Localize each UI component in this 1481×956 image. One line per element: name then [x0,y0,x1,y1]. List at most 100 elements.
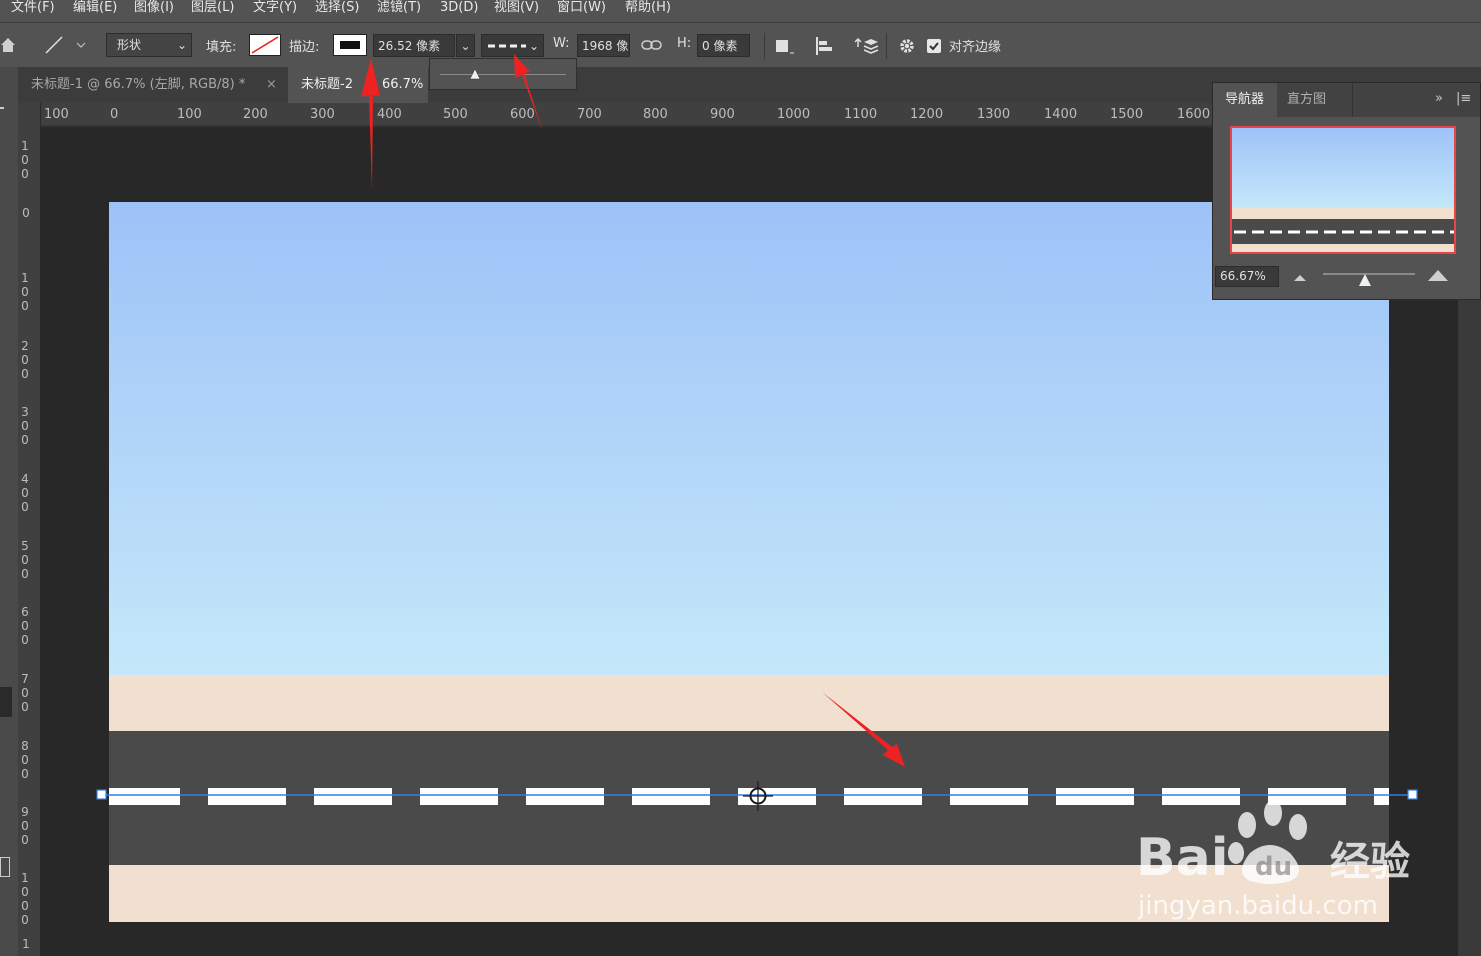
stroke-color-icon [340,41,360,49]
menu-type[interactable]: 文字(Y) [253,0,297,16]
preview-sand [1232,208,1454,219]
stroke-width-input[interactable]: 26.52 像素 [373,34,455,57]
ruler-tick-label: 1000 [21,871,29,927]
vertical-ruler: 100 0 100 200 300 400 500 600 700 800 90… [18,103,41,956]
menu-3d[interactable]: 3D(D) [440,0,478,16]
zoom-input[interactable]: 66.67% [1215,266,1279,287]
chevron-down-icon: ⌄ [460,39,471,53]
tab-histogram[interactable]: 直方图 [1277,83,1353,117]
lane-dash [420,788,498,805]
lane-dash [526,788,604,805]
lane-dash [844,788,922,805]
ruler-tick-label: 800 [643,107,668,122]
no-fill-icon [251,36,279,54]
active-tool[interactable] [0,687,12,717]
tab-label: 导航器 [1225,92,1265,107]
panel-menu-icon[interactable]: |≡ [1456,91,1471,106]
tab-navigator[interactable]: 导航器 [1213,83,1277,117]
gear-icon[interactable] [897,36,919,56]
ruler-tick-label: 100 [177,107,202,122]
link-icon[interactable] [641,38,663,52]
menu-view[interactable]: 视图(V) [494,0,539,16]
preview-dashes [1234,230,1454,234]
path-arrangement-icon[interactable] [854,35,880,57]
preview-sand [1232,244,1454,252]
ruler-tick-label: 1600 [1177,107,1211,122]
lane-dash [314,788,392,805]
tool-mode-select[interactable]: 形状 ⌄ [106,33,192,57]
anchor-point-start[interactable] [96,789,107,800]
width-input[interactable]: 1968 像 [577,34,630,57]
tab-label: 直方图 [1287,92,1327,107]
tab-label: 未标题-2 [301,77,353,92]
height-input[interactable]: 0 像素 [697,34,750,57]
menu-help[interactable]: 帮助(H) [625,0,671,16]
ruler-tick-label: 600 [21,605,29,647]
ruler-tick-label: 1100 [844,107,878,122]
close-icon[interactable]: × [266,67,277,103]
zoom-slider-thumb[interactable] [1358,273,1372,287]
upper-sidewalk-layer [109,675,1389,731]
ruler-tick-label: 700 [21,672,29,714]
menu-window[interactable]: 窗口(W) [557,0,606,16]
stroke-swatch[interactable] [333,34,367,56]
ruler-tick-label: 700 [577,107,602,122]
tab-document-1[interactable]: 未标题-1 @ 66.7% (左脚, RGB/8) * × [18,67,288,103]
ruler-tick-label: 0 [22,206,30,220]
collapse-panel-icon[interactable]: » [1435,91,1443,106]
lane-dash [1056,788,1134,805]
fill-swatch[interactable] [249,34,281,56]
annotation-arrow [514,54,543,132]
menu-filter[interactable]: 滤镜(T) [377,0,421,16]
menu-layer[interactable]: 图层(L) [191,0,234,16]
navigator-panel: 导航器 直方图 » |≡ 66.67% [1212,82,1481,300]
align-edges-checkbox[interactable] [927,39,941,53]
chevron-down-icon: ⌄ [176,38,187,52]
tool-icon[interactable] [0,857,10,877]
width-label: W: [553,36,570,51]
tool-marker [0,107,4,109]
ruler-tick-label: 1000 [777,107,811,122]
ruler-tick-label: 400 [21,472,29,514]
navigator-preview[interactable] [1230,126,1456,254]
ruler-tick-label: 500 [443,107,468,122]
ruler-tick-label: 100 [44,107,69,122]
zoom-value: 66.67% [1220,269,1266,283]
ruler-tick-label: 300 [310,107,335,122]
ruler-tick-label: 1500 [1110,107,1144,122]
stroke-width-dropdown[interactable]: ⌄ [456,34,475,57]
annotation-arrow [822,692,905,767]
ruler-tick-label: 100 [21,139,29,181]
ruler-tick-label: 300 [21,405,29,447]
menu-edit[interactable]: 编辑(E) [73,0,117,16]
menu-image[interactable]: 图像(I) [134,0,174,16]
watermark-url: jingyan.baidu.com [1138,891,1378,921]
svg-text:du: du [1255,852,1292,882]
ruler-tick-label: 1200 [910,107,944,122]
home-icon[interactable] [0,37,16,53]
path-alignment-icon[interactable] [814,36,836,56]
align-edges-label: 对齐边缘 [949,40,1002,55]
line-tool-icon[interactable] [44,35,90,55]
lane-dash [632,788,710,805]
zoom-in-icon[interactable] [1427,268,1449,282]
ruler-tick-label: 200 [21,339,29,381]
ruler-tick-label: 0 [110,107,119,122]
ruler-tick-label: 1 [22,937,30,951]
stroke-label: 描边: [289,40,320,55]
lane-dash [208,788,286,805]
svg-text:Bai: Bai [1136,828,1229,888]
path-operations-icon[interactable] [774,37,796,55]
ruler-tick-label: 200 [243,107,268,122]
baidu-logo: Bai 经验 du [1136,800,1410,888]
ruler-tick-label: 100 [21,271,29,313]
checkmark-icon [929,42,939,51]
zoom-out-icon[interactable] [1293,272,1307,282]
popup-slider-thumb[interactable] [469,68,481,80]
panel-dock [1458,300,1481,956]
ruler-tick-label: 1300 [977,107,1011,122]
menu-select[interactable]: 选择(S) [315,0,359,16]
ruler-tick-label: 900 [21,805,29,847]
tab-zoom-label: 66.7% [382,77,424,92]
menu-file[interactable]: 文件(F) [11,0,55,16]
